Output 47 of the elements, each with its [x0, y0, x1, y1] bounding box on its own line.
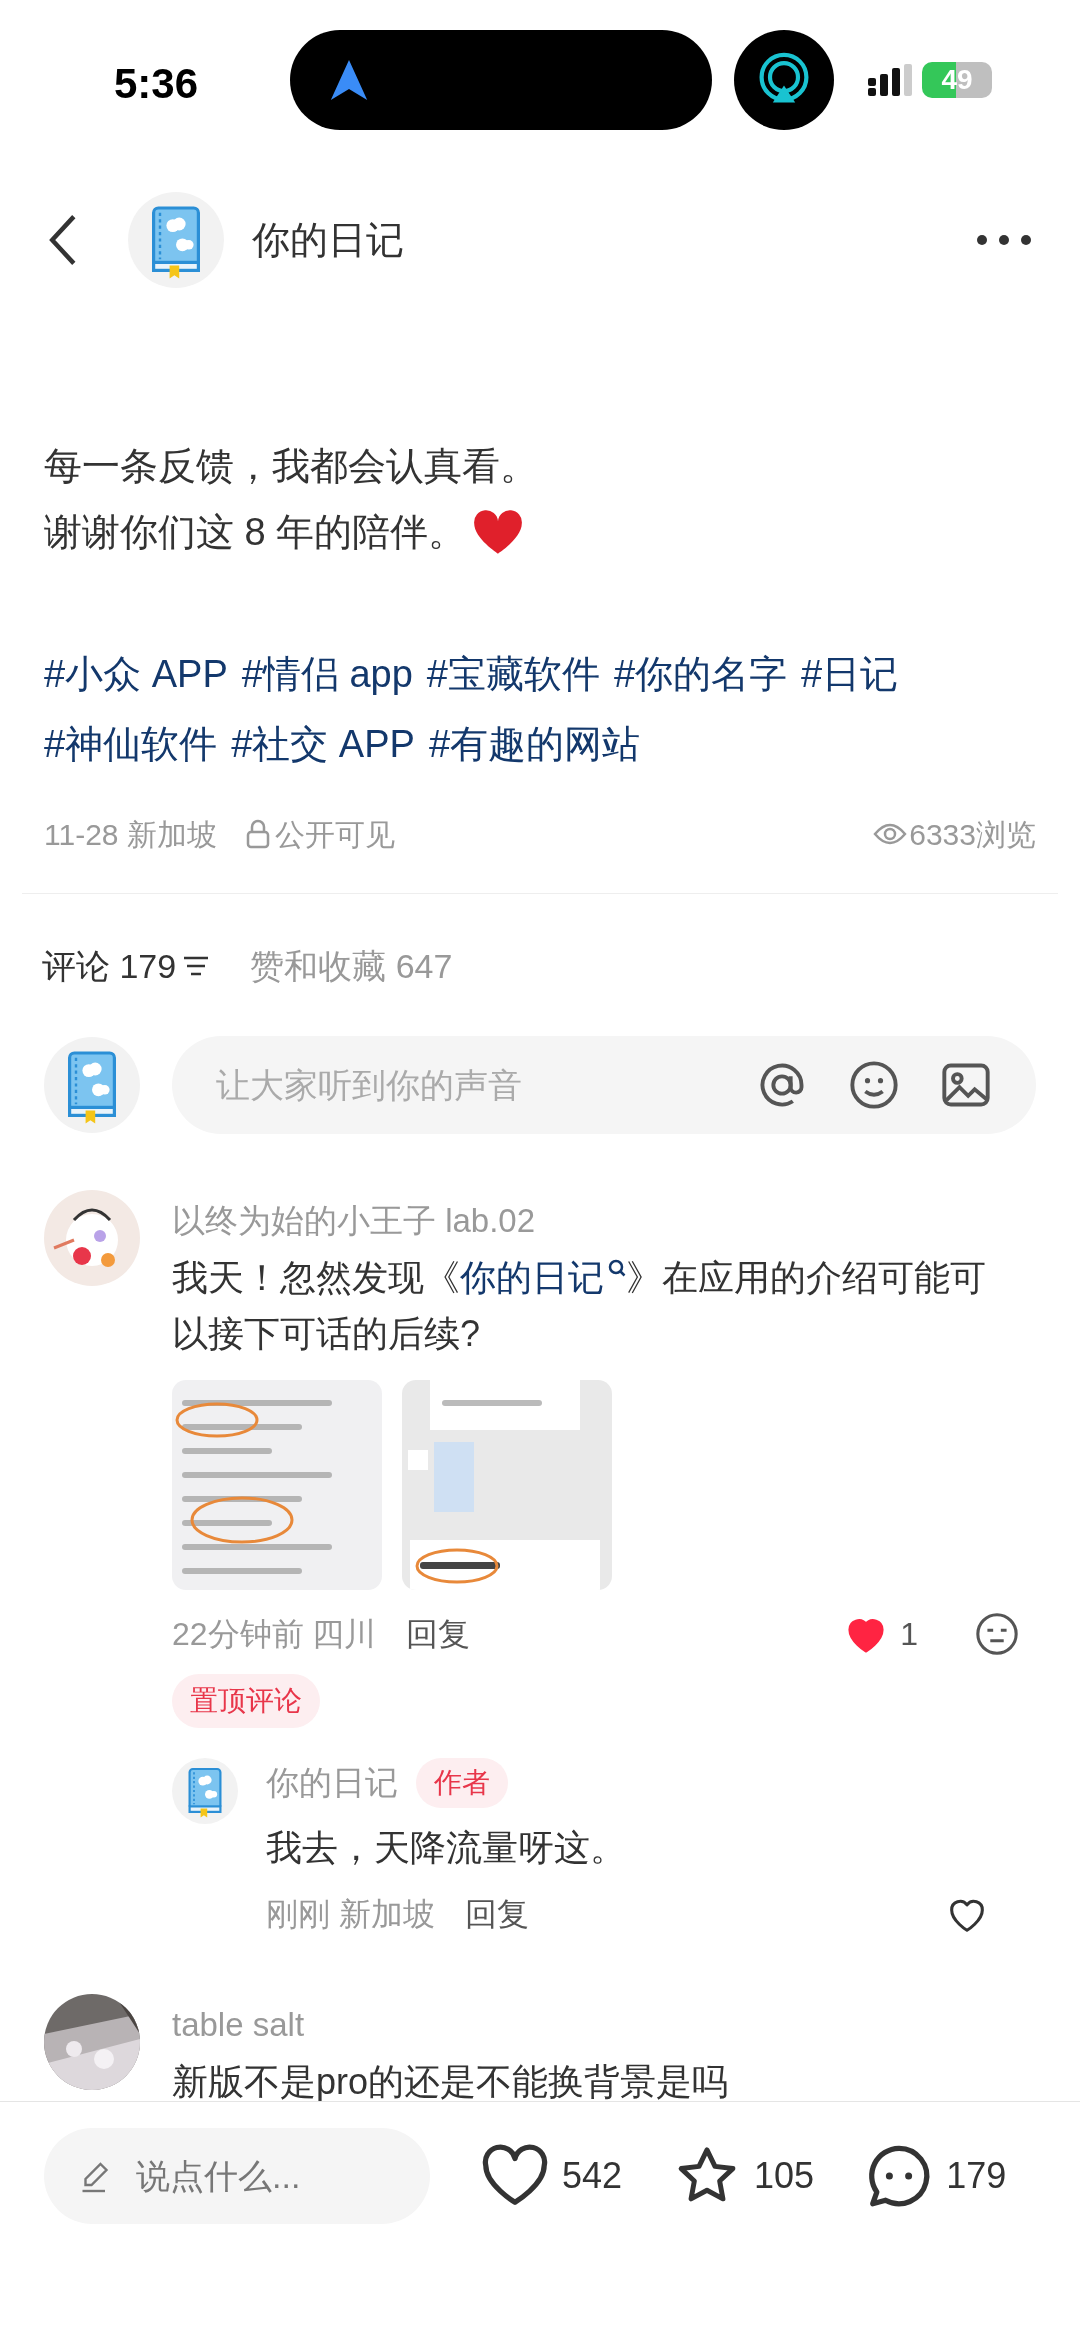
visibility-label: 公开可见: [274, 816, 395, 853]
hashtag-link[interactable]: #你的名字: [613, 643, 788, 705]
hashtag-link[interactable]: #有趣的网站: [428, 713, 640, 775]
field-placeholder: 说点什么...: [136, 2155, 301, 2197]
hashtag-link[interactable]: #神仙软件: [44, 713, 218, 775]
author-tag: 作者: [416, 1758, 508, 1808]
avatar-icon: [172, 1758, 238, 1824]
status-time: 5:36: [114, 59, 199, 109]
comment-text: 我天！忽然发现《你的日记 》在应用的介绍可能可以接下可话的后续?: [172, 1256, 987, 1356]
avatar-icon: [128, 192, 224, 288]
search-icon: [608, 1259, 626, 1277]
post-text-line: 每一条反馈，我都会认真看。: [44, 443, 538, 489]
comment-field[interactable]: 说点什么...: [44, 2128, 430, 2224]
reply-button[interactable]: 回复: [464, 1890, 529, 1938]
hashtag-link[interactable]: #宝藏软件: [426, 643, 600, 705]
like-count: 1: [900, 1615, 918, 1654]
lock-icon: [244, 819, 271, 849]
reply-text: 我去，天降流量呀这。: [266, 1826, 627, 1870]
sort-icon: [182, 955, 211, 977]
signal-icon: [868, 64, 912, 96]
pinned-tag: 置顶评论: [172, 1674, 320, 1728]
comment-text: 新版不是pro的还是不能换背景是吗: [172, 2060, 730, 2101]
comment-tab[interactable]: 评论 179: [42, 940, 211, 992]
comment-button[interactable]: 179: [864, 2141, 1007, 2211]
post-date: 11-28 新加坡: [44, 816, 217, 853]
more-icon: [976, 234, 1032, 246]
emoji-icon[interactable]: [848, 1059, 900, 1111]
post-text-line: 谢谢你们这 8 年的陪伴。: [44, 509, 467, 555]
back-icon: [48, 213, 78, 267]
heart-emoji-icon: [472, 508, 525, 556]
comment-placeholder: 让大家听到你的声音: [216, 1064, 522, 1106]
header-title[interactable]: 你的日记: [252, 211, 404, 269]
avatar-icon: [44, 1037, 140, 1133]
comment-time-location: 22分钟前 四川: [172, 1615, 377, 1654]
navigation-arrow-icon: [330, 60, 368, 100]
hashtag-link[interactable]: #日记: [801, 643, 899, 705]
view-count: 6333浏览: [909, 816, 1036, 853]
eye-icon: [873, 821, 908, 847]
dislike-face-icon[interactable]: [974, 1611, 1020, 1657]
hashtag-link[interactable]: #社交 APP: [231, 713, 415, 775]
reply-time-location: 刚刚 新加坡: [266, 1895, 435, 1934]
favorite-button[interactable]: 105: [672, 2143, 815, 2209]
like-button[interactable]: 542: [480, 2143, 623, 2209]
diary-link[interactable]: 你的日记: [460, 1257, 626, 1298]
reply-button[interactable]: 回复: [406, 1610, 471, 1658]
hashtag-link[interactable]: #小众 APP: [44, 643, 228, 705]
hashtag-link[interactable]: #情侣 app: [241, 643, 413, 705]
